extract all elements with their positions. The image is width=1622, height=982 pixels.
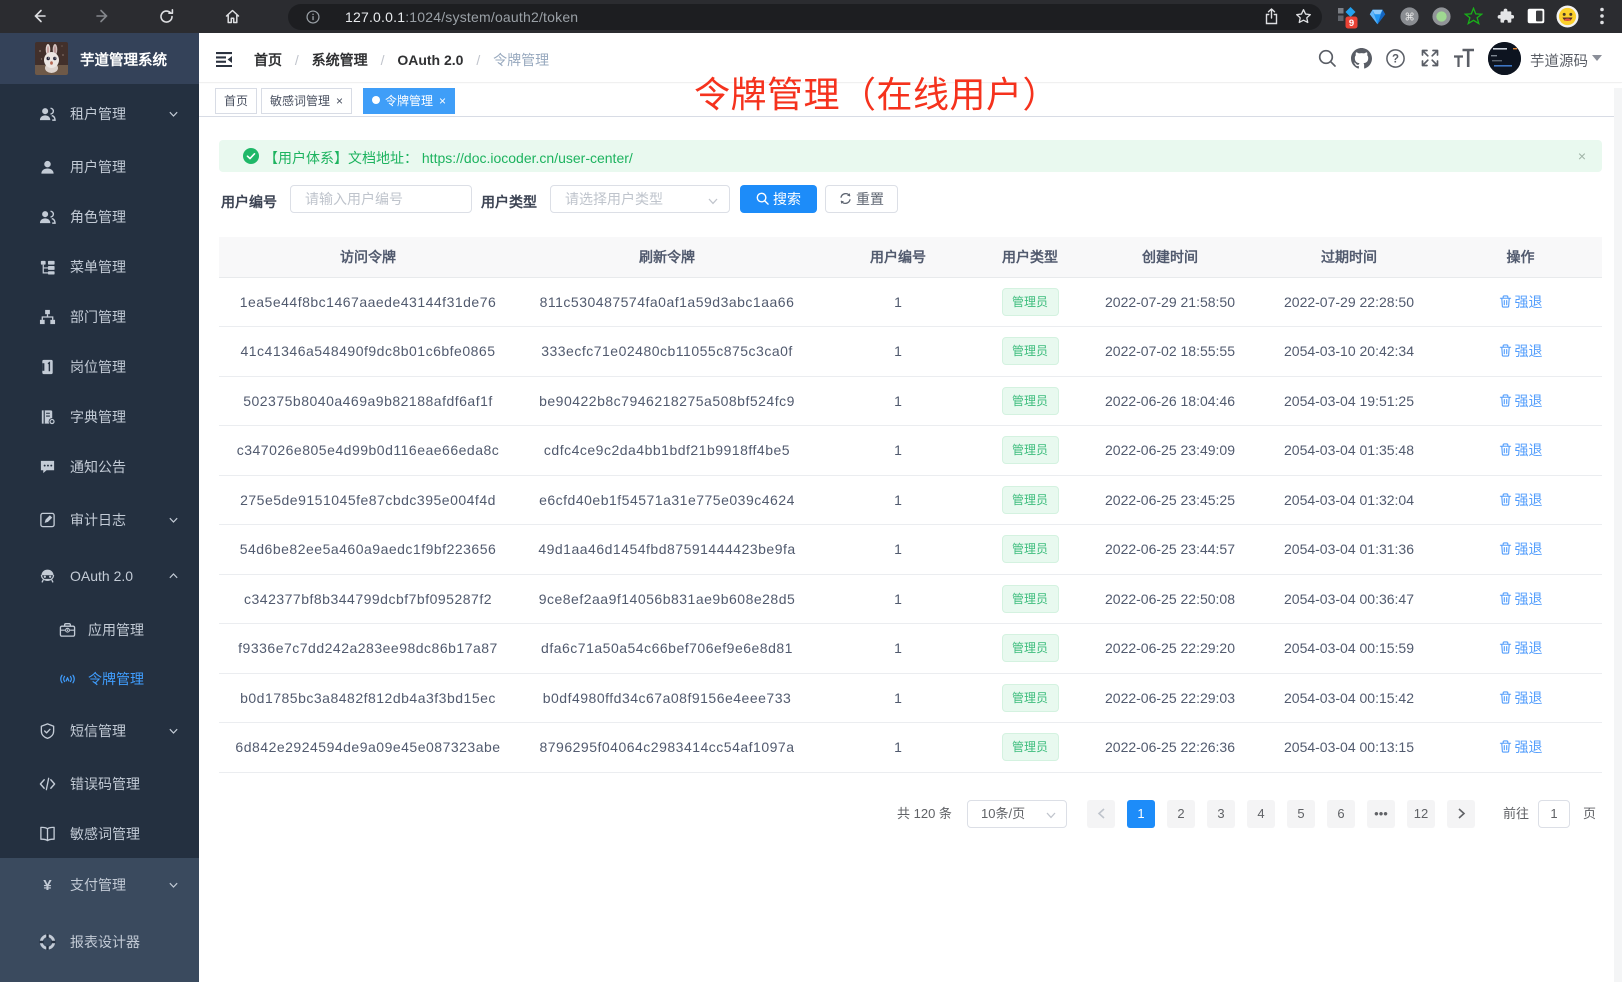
svg-text:¥: ¥ <box>43 877 52 893</box>
svg-text:⌘: ⌘ <box>1404 12 1414 23</box>
svg-text:?: ? <box>1392 54 1399 66</box>
svg-text:9: 9 <box>1349 18 1354 29</box>
